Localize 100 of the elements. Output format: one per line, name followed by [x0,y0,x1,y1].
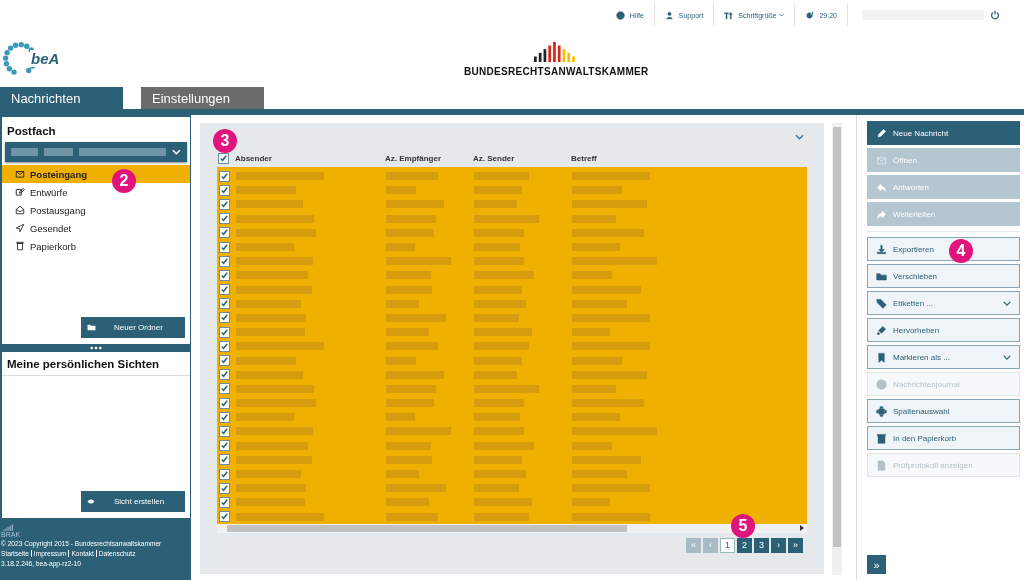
row-checkbox[interactable] [219,227,230,239]
row-checkbox[interactable] [219,312,230,324]
action-button[interactable]: Verschieben [867,264,1020,288]
action-button[interactable]: Markieren als ... [867,345,1020,369]
redacted-text [572,214,616,223]
redacted-text [386,186,416,195]
redacted-text [236,441,308,450]
redacted-text [474,214,539,223]
redacted-text [572,299,627,308]
row-checkbox[interactable] [219,397,230,409]
create-view-button[interactable]: Sicht erstellen [81,491,185,512]
column-header[interactable]: Betreff [565,154,765,163]
action-button[interactable]: Neue Nachricht [867,121,1020,145]
forward-icon [876,208,887,220]
redacted-text [386,427,451,436]
page-button[interactable]: 1 [720,537,735,553]
new-folder-button[interactable]: Neuer Ordner [81,317,185,338]
row-checkbox[interactable] [219,482,230,494]
row-checkbox[interactable] [219,269,230,281]
folder-item[interactable]: Gesendet [2,219,190,237]
row-checkbox[interactable] [219,326,230,338]
download-icon [876,243,887,255]
vertical-scrollbar[interactable] [832,123,842,575]
redacted-text [386,200,444,209]
row-checkbox[interactable] [219,298,230,310]
scroll-arrow-icon[interactable] [800,525,804,532]
redacted-text [572,328,610,337]
redacted-text [44,148,74,156]
column-header[interactable]: Az. Empfänger [379,154,467,163]
folder-item[interactable]: Papierkorb [2,237,190,255]
redacted-text [474,370,517,379]
expand-button[interactable]: » [867,555,886,574]
redacted-text [236,356,296,365]
row-checkbox[interactable] [219,383,230,395]
row-checkbox[interactable] [219,284,230,296]
redacted-text [474,299,526,308]
row-checkbox[interactable] [219,340,230,352]
trash-icon [15,241,25,251]
action-button[interactable]: Exportieren 4 [867,237,1020,261]
redacted-text [236,200,303,209]
redacted-text [386,328,429,337]
panel-title: Meine persönlichen Sichten [2,352,190,376]
redacted-text [386,455,432,464]
row-checkbox[interactable] [219,213,230,225]
row-checkbox[interactable] [219,440,230,452]
redacted-text [572,356,622,365]
user-icon [664,10,674,20]
redacted-text [474,356,522,365]
row-checkbox[interactable] [219,496,230,508]
row-checkbox[interactable] [219,255,230,267]
redacted-text [474,512,529,521]
resize-handle-icon[interactable] [89,346,102,350]
trash-icon [876,432,887,444]
row-checkbox[interactable] [219,411,230,423]
marker-icon [876,324,887,336]
action-button[interactable]: Etiketten ... [867,291,1020,315]
redacted-text [474,328,532,337]
redacted-text [236,470,301,479]
page-button[interactable]: 2 [737,537,752,553]
row-checkbox[interactable] [219,454,230,466]
redacted-text [474,484,519,493]
redacted-text [236,484,306,493]
redacted-text [236,413,294,422]
chevron-icon [1003,300,1011,306]
redacted-text [236,271,308,280]
redacted-text [572,243,620,252]
redacted-text [386,370,444,379]
row-checkbox[interactable] [219,198,230,210]
redacted-text [386,243,415,252]
row-checkbox[interactable] [219,241,230,253]
redacted-text [236,186,296,195]
row-checkbox[interactable] [219,425,230,437]
folder-item[interactable]: Postausgang [2,201,190,219]
tab[interactable]: Nachrichten [0,87,123,109]
redacted-text [572,271,612,280]
row-checkbox[interactable] [219,184,230,196]
row-checkbox[interactable] [219,369,230,381]
logo-text: BUNDESRECHTSANWALTSKAMMER [464,66,649,77]
action-button[interactable]: In den Papierkorb [867,426,1020,450]
redacted-text [236,243,294,252]
last-page-button[interactable]: » [788,537,803,553]
action-button[interactable]: Spaltenauswahl [867,399,1020,423]
redacted-text [386,342,438,351]
next-page-button[interactable]: › [771,537,786,553]
redacted-text [474,257,524,266]
row-checkbox[interactable] [219,468,230,480]
column-header[interactable]: Az. Sender [467,154,565,163]
logo-icon [1,524,13,531]
row-checkbox[interactable] [219,355,230,367]
tab[interactable]: Einstellungen [141,87,264,109]
column-header[interactable]: Absender [229,154,379,163]
chevron-icon[interactable] [795,134,804,140]
power-icon[interactable] [990,10,1000,20]
select-all-checkbox[interactable] [218,153,229,164]
row-checkbox[interactable] [219,170,230,182]
action-button[interactable]: Hervorheben [867,318,1020,342]
redacted-text [386,313,446,322]
row-checkbox[interactable] [219,511,230,523]
page-button[interactable]: 3 [754,537,769,553]
redacted-text [236,498,305,507]
